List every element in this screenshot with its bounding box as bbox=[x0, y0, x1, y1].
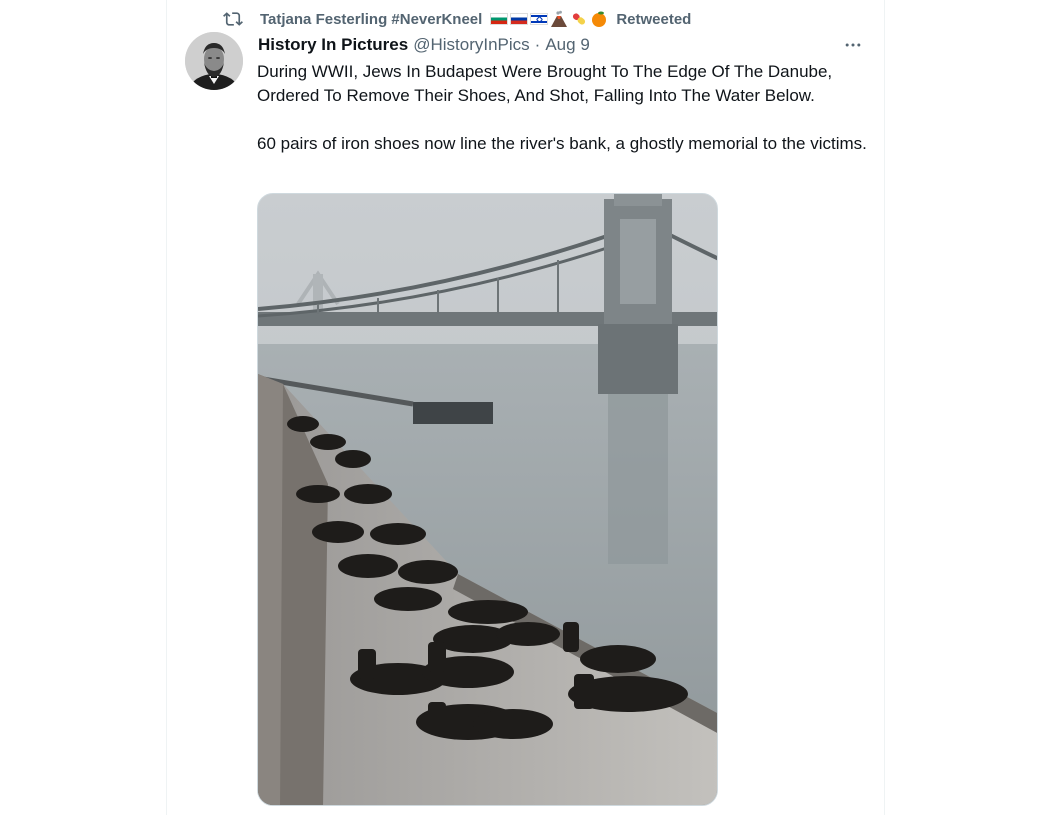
tweet-text: During WWII, Jews In Budapest Were Broug… bbox=[257, 60, 867, 156]
header-separator: · bbox=[534, 35, 541, 54]
author-avatar[interactable] bbox=[185, 32, 243, 90]
tweet-paragraph: 60 pairs of iron shoes now line the rive… bbox=[257, 134, 867, 153]
tweet-paragraph: During WWII, Jews In Budapest Were Broug… bbox=[257, 62, 833, 105]
profile-emoji-strip bbox=[490, 10, 608, 28]
author-name[interactable]: History In Pictures bbox=[258, 35, 408, 55]
pill-icon bbox=[573, 13, 586, 25]
retweeted-label: Retweeted bbox=[616, 10, 692, 28]
retweet-icon bbox=[222, 8, 244, 30]
israel-flag-icon bbox=[530, 13, 549, 25]
volcano-icon bbox=[551, 10, 568, 27]
tweet-date[interactable]: Aug 9 bbox=[545, 35, 589, 55]
page: Tatjana Festerling #NeverKneel Retweeted… bbox=[0, 0, 1050, 815]
tweet-header: History In Pictures @HistoryInPics · Aug… bbox=[258, 34, 590, 56]
retweet-context[interactable]: Tatjana Festerling #NeverKneel Retweeted bbox=[222, 8, 691, 30]
russia-flag-icon bbox=[510, 13, 529, 25]
more-icon bbox=[845, 43, 861, 47]
retweeter-name[interactable]: Tatjana Festerling #NeverKneel bbox=[260, 11, 482, 28]
bulgaria-flag-icon bbox=[490, 13, 509, 25]
more-options-button[interactable] bbox=[840, 34, 866, 56]
orange-icon bbox=[592, 11, 607, 27]
author-handle[interactable]: @HistoryInPics bbox=[413, 35, 529, 55]
tweet-photo[interactable] bbox=[257, 193, 718, 806]
